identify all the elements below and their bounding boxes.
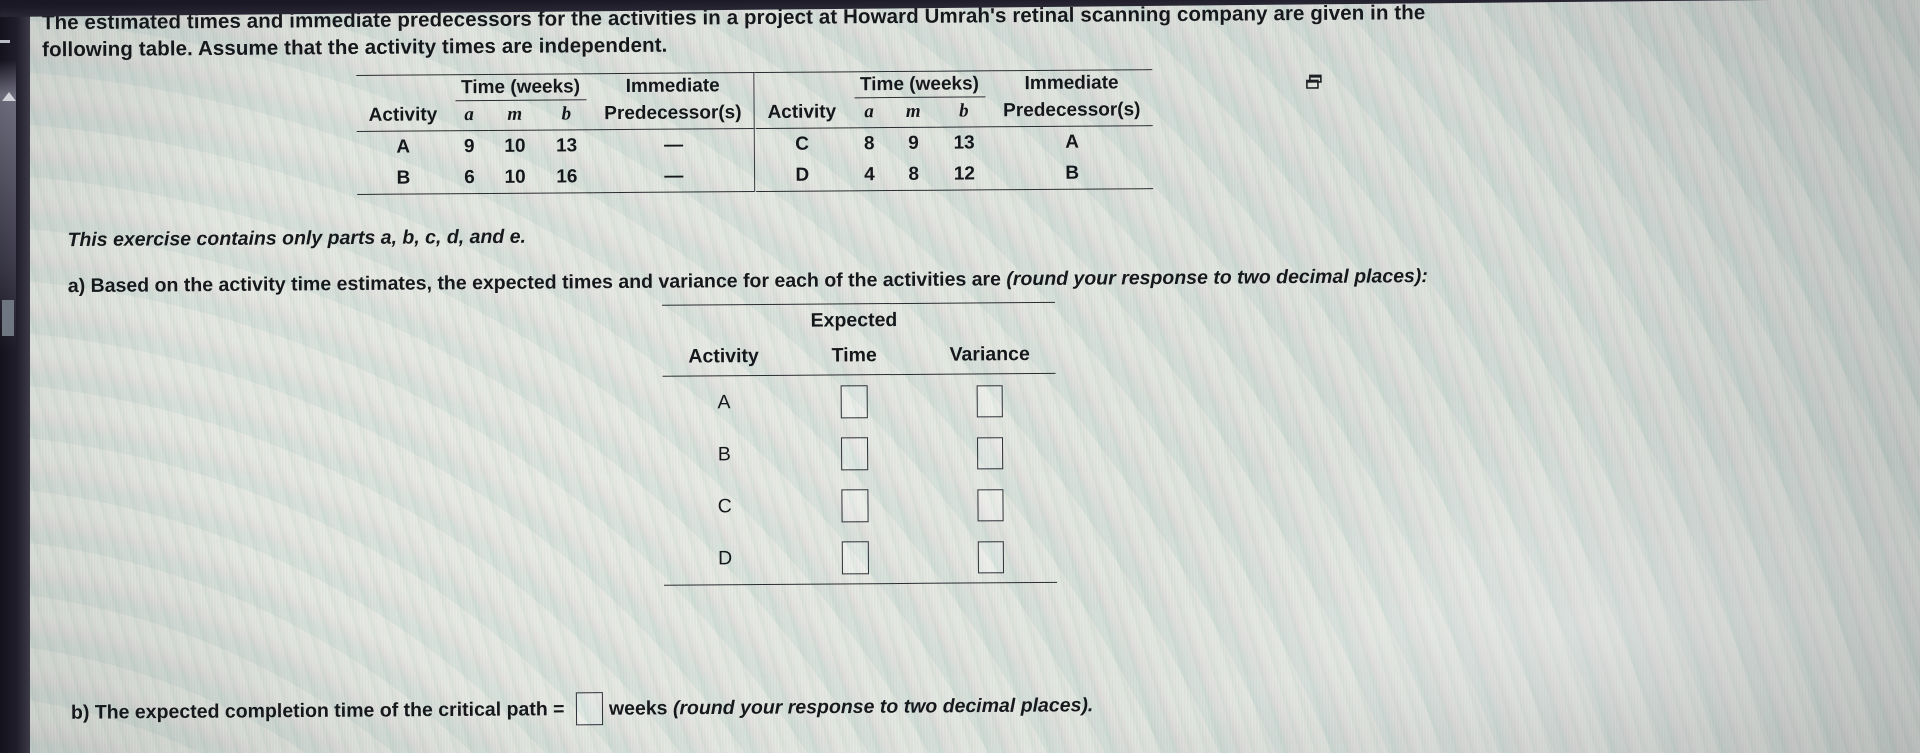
answer-cell-expected-time (785, 374, 924, 428)
cell-activity: D (755, 159, 849, 192)
answer-cell-expected-time (786, 479, 925, 532)
part-a-hint: (round your response to two decimal plac… (1006, 265, 1428, 291)
cell-m: 9 (908, 132, 919, 154)
cell-activity: A (396, 136, 411, 158)
expected-time-variance-table: Expected Activity Time Variance A B C D (662, 302, 1058, 586)
col-header-activity-left: Activity (356, 103, 450, 132)
spacer-activity-left (356, 74, 450, 104)
part-b-unit: weeks (608, 697, 673, 720)
expected-time-input-d[interactable] (842, 541, 870, 575)
part-b-prompt: b) The expected completion time of the c… (71, 690, 1094, 730)
cell-a: 4 (848, 159, 891, 191)
answer-row: C (663, 478, 1057, 533)
variance-input-d[interactable] (978, 540, 1005, 573)
expected-time-input-a[interactable] (840, 385, 869, 419)
cell-a: 6 (449, 161, 490, 194)
col-header-a-right: a (848, 100, 891, 128)
part-a-answer-table: Expected Activity Time Variance A B C D (662, 302, 1058, 586)
scroll-up-arrow-artifact[interactable] (2, 92, 16, 101)
col-header-predecessor-right: Predecessor(s) (991, 98, 1153, 127)
answer-cell-variance (924, 529, 1058, 584)
col-header-b-left: b (540, 102, 593, 131)
part-b-lead: b) The expected completion time of the c… (70, 698, 571, 724)
col-header-predecessor-left: Predecessor(s) (592, 101, 755, 130)
critical-path-time-input[interactable] (575, 692, 604, 726)
answer-col-spacer (662, 304, 785, 341)
exercise-scope-note: This exercise contains only parts a, b, … (67, 225, 526, 252)
edge-dash-artifact (0, 40, 10, 43)
answer-cell-variance (924, 478, 1057, 531)
answer-col-header-expected-top: Expected (784, 303, 924, 340)
cell-b: 16 (540, 161, 593, 194)
scrollbar-thumb-artifact[interactable] (2, 300, 14, 336)
exercise-content: The estimated times and immediate predec… (24, 0, 1920, 753)
part-a-prompt: a) Based on the activity time estimates,… (68, 265, 1428, 298)
answer-col-header-variance-top (923, 302, 1056, 339)
screen-surface: The estimated times and immediate predec… (23, 0, 1920, 753)
col-header-m-left: m (488, 102, 541, 131)
answer-header-row-1: Expected (662, 302, 1056, 341)
part-a-lead: a) Based on the activity time estimates,… (67, 268, 1007, 298)
photographed-screen: The estimated times and immediate predec… (0, 0, 1920, 753)
variance-input-c[interactable] (977, 488, 1004, 521)
answer-row-activity: A (717, 391, 731, 414)
expected-time-input-c[interactable] (841, 489, 869, 523)
answer-row: D (663, 529, 1058, 586)
part-b-hint: (round your response to two decimal plac… (672, 694, 1094, 720)
cell-m: 8 (890, 158, 938, 191)
group-header-predecessor-right: Immediate (990, 69, 1153, 100)
spacer-activity-right (755, 71, 849, 102)
pert-table: Time (weeks) Immediate Time (weeks) Imme… (356, 69, 1154, 195)
answer-row-activity: B (717, 443, 731, 466)
group-header-predecessor-left: Immediate (591, 72, 754, 103)
variance-input-b[interactable] (977, 436, 1004, 469)
activity-data-table: Time (weeks) Immediate Time (weeks) Imme… (356, 69, 1154, 195)
answer-cell-expected-time (785, 427, 924, 480)
answer-row-activity: C (717, 495, 732, 518)
cell-predecessor: B (991, 157, 1154, 190)
cell-a: 8 (863, 133, 875, 155)
answer-row-activity: D (663, 531, 787, 586)
answer-header-row-2: Activity Time Variance (662, 337, 1056, 377)
answer-row: B (663, 426, 1057, 481)
answer-cell-variance (924, 373, 1057, 426)
cell-activity: B (356, 162, 450, 195)
col-header-b-right: b (936, 99, 992, 128)
cell-b: 13 (555, 135, 578, 157)
col-header-m-right: m (889, 99, 937, 128)
cell-m: 10 (489, 161, 542, 194)
answer-col-header-expected-time: Time (784, 338, 924, 376)
problem-statement: The estimated times and immediate predec… (41, 1, 1426, 62)
variance-input-a[interactable] (976, 384, 1004, 417)
cell-predecessor: — (664, 134, 683, 156)
cell-b: 13 (953, 132, 975, 154)
cell-predecessor: — (592, 160, 755, 193)
answer-cell-variance (924, 426, 1057, 479)
col-header-activity-right: Activity (755, 100, 849, 129)
cell-m: 10 (504, 135, 526, 157)
group-header-time-right: Time (weeks) (847, 70, 992, 101)
answer-row: A (663, 373, 1057, 428)
group-header-time-left: Time (weeks) (448, 73, 593, 104)
answer-col-header-activity: Activity (662, 339, 785, 377)
answer-cell-expected-time (786, 530, 926, 585)
cell-b: 12 (937, 158, 992, 191)
answer-col-header-variance: Variance (923, 337, 1056, 375)
cell-activity: C (795, 133, 810, 155)
col-header-a-left: a (449, 102, 489, 131)
copy-window-icon[interactable] (1305, 74, 1323, 90)
cell-a: 9 (463, 136, 475, 158)
expected-time-input-b[interactable] (841, 437, 869, 471)
cell-predecessor: A (1065, 131, 1079, 153)
